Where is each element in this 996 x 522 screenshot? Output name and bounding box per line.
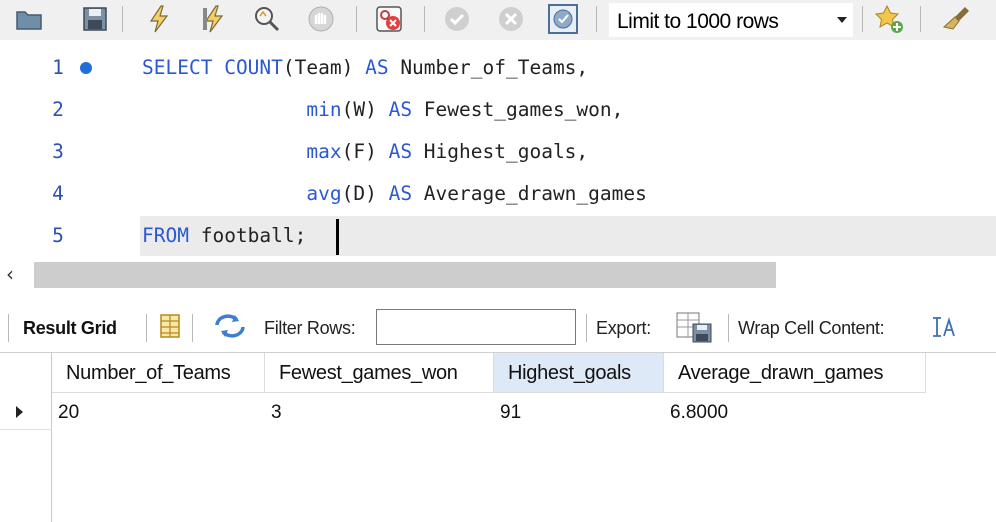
code-line: 5 FROM football;	[0, 216, 996, 256]
line-number: 5	[52, 224, 64, 247]
refresh-icon[interactable]	[212, 311, 248, 341]
open-folder-icon[interactable]	[12, 2, 46, 36]
toolbar-separator	[862, 6, 863, 32]
current-row-icon	[16, 406, 23, 418]
execute-icon[interactable]	[142, 2, 176, 36]
result-toolbar: Result Grid Filter Rows: Export: Wrap Ce…	[0, 308, 996, 350]
export-icon[interactable]	[674, 310, 714, 344]
table-cell[interactable]: 91	[494, 397, 521, 429]
column-header-fewest-games-won[interactable]: Fewest_games_won	[265, 353, 494, 393]
toolbar-separator	[356, 6, 357, 32]
wrap-cell-content-icon[interactable]	[928, 312, 960, 342]
code-text: max(F) AS Highest_goals,	[306, 140, 589, 163]
table-cell[interactable]: 3	[265, 397, 282, 429]
toolbar-separator	[122, 6, 123, 32]
code-text: avg(D) AS Average_drawn_games	[306, 182, 647, 205]
scroll-left-icon[interactable]: ‹	[6, 262, 14, 286]
result-grid-tab[interactable]: Result Grid	[23, 318, 117, 339]
sql-editor-toolbar: Limit to 1000 rows	[0, 0, 996, 40]
line-number: 4	[52, 182, 64, 205]
limit-rows-select[interactable]: Limit to 1000 rows	[608, 2, 854, 38]
table-cell[interactable]: 6.8000	[664, 397, 728, 429]
result-grid[interactable]: Number_of_Teams Fewest_games_won Highest…	[0, 352, 996, 522]
toolbar-separator	[586, 314, 587, 342]
commit-icon[interactable]	[440, 2, 474, 36]
toolbar-separator	[424, 6, 425, 32]
editor-horizontal-scrollbar[interactable]: ‹	[0, 260, 996, 290]
code-line: 2 min(W) AS Fewest_games_won,	[0, 90, 996, 130]
row-divider	[0, 429, 52, 430]
execute-current-icon[interactable]	[198, 2, 232, 36]
toolbar-separator	[920, 6, 921, 32]
add-snippet-icon[interactable]	[872, 2, 906, 36]
stop-icon[interactable]	[304, 2, 338, 36]
column-header-number-of-teams[interactable]: Number_of_Teams	[52, 353, 265, 393]
toolbar-separator	[596, 6, 597, 32]
save-icon[interactable]	[78, 2, 112, 36]
rollback-icon[interactable]	[494, 2, 528, 36]
toolbar-separator	[8, 314, 9, 342]
toolbar-separator	[146, 314, 147, 342]
filter-rows-input[interactable]	[376, 309, 576, 345]
line-number: 3	[52, 140, 64, 163]
sql-editor[interactable]: 1 SELECT COUNT(Team) AS Number_of_Teams,…	[0, 40, 996, 260]
code-text: FROM football;	[142, 224, 307, 247]
autocommit-icon[interactable]	[546, 2, 580, 36]
toolbar-separator	[728, 314, 729, 342]
column-header-highest-goals[interactable]: Highest_goals	[494, 353, 664, 393]
wrap-cell-content-label: Wrap Cell Content:	[738, 318, 885, 338]
chevron-down-icon[interactable]	[837, 17, 847, 23]
toggle-error-icon[interactable]	[372, 2, 406, 36]
code-text: SELECT COUNT(Team) AS Number_of_Teams,	[142, 56, 589, 79]
filter-rows-label: Filter Rows:	[264, 318, 356, 338]
grid-layout-icon[interactable]	[155, 311, 185, 341]
export-label: Export:	[596, 318, 651, 338]
code-line: 3 max(F) AS Highest_goals,	[0, 132, 996, 172]
text-caret	[336, 219, 339, 255]
statement-marker-icon[interactable]	[80, 62, 92, 74]
code-line: 4 avg(D) AS Average_drawn_games	[0, 174, 996, 214]
toolbar-separator	[192, 314, 193, 342]
column-header-average-drawn-games[interactable]: Average_drawn_games	[664, 353, 926, 393]
table-cell[interactable]: 20	[52, 397, 79, 429]
line-number: 1	[52, 56, 64, 79]
grid-header-row: Number_of_Teams Fewest_games_won Highest…	[0, 353, 926, 393]
line-number: 2	[52, 98, 64, 121]
explain-icon[interactable]	[250, 2, 284, 36]
code-line: 1 SELECT COUNT(Team) AS Number_of_Teams,	[0, 48, 996, 88]
beautify-icon[interactable]	[940, 2, 974, 36]
limit-rows-value: Limit to 1000 rows	[617, 10, 779, 33]
scrollbar-thumb[interactable]	[34, 262, 776, 288]
code-text: min(W) AS Fewest_games_won,	[306, 98, 624, 121]
